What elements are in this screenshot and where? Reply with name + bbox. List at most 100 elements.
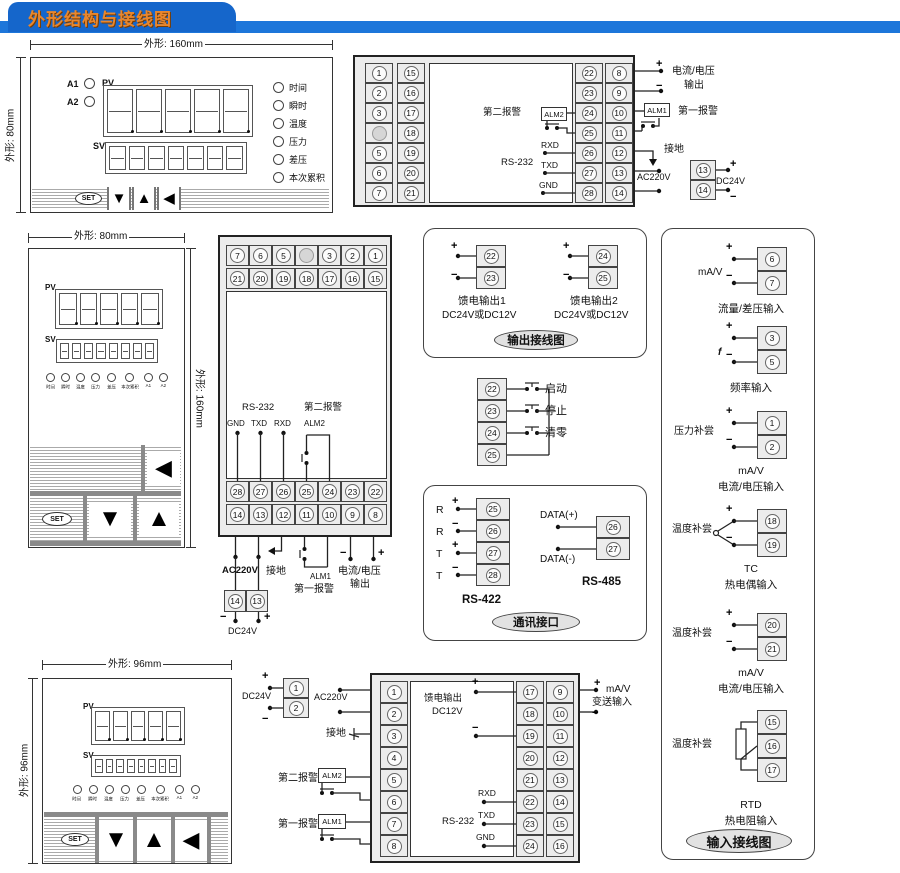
alm1-label: ALM1 — [310, 572, 331, 581]
wiring-diagram-page: 外形结构与接线图 外形: 160mm 外形: 80mm A1 A2 PV SV … — [0, 0, 900, 873]
alarm2-led-icon — [84, 96, 95, 107]
seven-segment-digit — [207, 146, 224, 170]
led-icon — [61, 373, 70, 382]
alarm1-label: A1 — [67, 79, 79, 89]
indicator-list: 时间瞬时温度压力差压本次累积 — [273, 81, 325, 184]
indicator-label: A2 — [161, 384, 166, 389]
indicator: 瞬时 — [85, 785, 101, 803]
left-button[interactable]: ◀ — [157, 187, 181, 210]
output-wiring-box: 2223 2425 + − + − 馈电输出1 DC24V或DC12V 馈电输出… — [423, 228, 647, 358]
ac-power-label: AC220V — [637, 172, 671, 182]
plus-sign: + — [378, 548, 384, 559]
indicator-label: 时间 — [289, 81, 307, 94]
reset-label: 清零 — [545, 427, 567, 440]
indicator-label: 压力 — [121, 796, 130, 802]
up-button[interactable]: ▲ — [132, 187, 156, 210]
seven-segment-digit — [109, 343, 118, 359]
pv-display — [103, 85, 253, 137]
wiring-mid-inner — [220, 237, 394, 539]
seven-segment-digit — [138, 759, 146, 773]
set-button[interactable]: SET — [42, 512, 72, 526]
seven-segment-digit — [194, 89, 220, 133]
transmit-ma-label: mA/V — [606, 684, 630, 696]
indicator-list: 时间 瞬时温度压力 差压本次累积 A1 A2 — [69, 785, 203, 803]
seven-segment-digit — [169, 759, 177, 773]
seven-segment-digit — [60, 343, 69, 359]
dimension-label-80w: 外形: 80mm — [72, 227, 129, 242]
seven-segment-digit — [166, 711, 181, 741]
dimension-line-160h — [190, 248, 191, 548]
seven-segment-digit — [148, 759, 156, 773]
seven-segment-digit — [133, 343, 142, 359]
indicator-label: 瞬时 — [89, 796, 98, 802]
down-button[interactable]: ▼ — [99, 821, 133, 859]
dimension-line-80 — [20, 57, 21, 213]
indicator: 温度 — [273, 117, 325, 130]
start-label: 启动 — [545, 383, 567, 396]
minus-sign: − — [730, 192, 736, 203]
seven-segment-digit — [95, 759, 103, 773]
indicator: A2 — [187, 785, 203, 803]
led-icon — [121, 785, 130, 794]
indicator: 差压 — [104, 373, 119, 391]
terminal-block-top: 123567 15161718192021 22232425262728 891… — [353, 55, 635, 207]
meter-panel-160x80: A1 A2 PV SV 时间瞬时温度压力差压本次累积 SET ▼ ▲ ◀ — [30, 57, 333, 213]
terminal: 14 — [224, 590, 246, 612]
seven-segment-digit — [223, 89, 249, 133]
terminal: 13 — [246, 590, 268, 612]
feed1-label: 馈电输出1 — [458, 295, 506, 307]
seven-segment-digit — [148, 146, 165, 170]
indicator: 温度 — [101, 785, 117, 803]
pv-display — [91, 707, 185, 745]
led-icon — [125, 373, 134, 382]
down-button[interactable]: ▼ — [107, 187, 131, 210]
indicator-label: 差压 — [107, 384, 116, 390]
first-alarm-label: 第一报警 — [294, 584, 334, 596]
indicator-label: 本次累积 — [151, 796, 169, 802]
output-label-1: 电流/电压 — [672, 66, 715, 78]
feed2-voltage: DC24V或DC12V — [554, 310, 628, 322]
dimension-label-96w: 外形: 96mm — [106, 655, 163, 670]
indicator-label: 本次累积 — [289, 171, 325, 184]
indicator-label: A1 — [146, 384, 151, 389]
indicator-label: 瞬时 — [289, 99, 307, 112]
meter-panel-96x96: PV SV 时间瞬时温度压力差压本次累积A1A2 SET ▼ ▲ ◀ — [42, 678, 232, 864]
transmit-label: 变送输入 — [592, 697, 632, 709]
indicator-label: 时间 — [73, 796, 82, 802]
up-button[interactable]: ▲ — [137, 821, 171, 859]
seven-segment-digit — [159, 759, 167, 773]
stop-label: 停止 — [545, 405, 567, 418]
led-icon — [73, 785, 82, 794]
led-icon — [273, 154, 284, 165]
set-button[interactable]: SET — [75, 192, 102, 205]
seven-segment-digit — [100, 293, 118, 325]
output-label-2: 输出 — [684, 80, 704, 92]
plus-sign: + — [594, 678, 600, 689]
page-title: 外形结构与接线图 — [28, 5, 172, 30]
left-button[interactable]: ◀ — [175, 821, 207, 859]
up-button[interactable]: ▲ — [139, 502, 179, 536]
led-icon — [156, 785, 165, 794]
seven-segment-digit — [106, 759, 114, 773]
sv-display — [56, 339, 158, 363]
left-button[interactable]: ◀ — [147, 452, 180, 484]
wiring-top-inner — [355, 57, 637, 209]
set-button[interactable]: SET — [61, 833, 89, 846]
indicator: 时间 — [69, 785, 85, 803]
plus-sign: + — [730, 159, 736, 170]
meter-panel-80x160: PV SV 时间瞬时温度压力差压本次累积A1A2 ◀ SET ▼ ▲ — [28, 248, 185, 548]
output-label-1: 电流/电压 — [338, 566, 381, 578]
led-icon — [273, 172, 284, 183]
indicator-label: A1 — [176, 796, 181, 801]
indicator: A1 — [171, 785, 187, 803]
seven-segment-digit — [168, 146, 185, 170]
led-icon — [91, 373, 100, 382]
output-label-2: 输出 — [350, 579, 370, 591]
down-button[interactable]: ▼ — [89, 502, 131, 536]
comm-wiring-box: R R T T + − + − 25262728 RS-422 DATA(+) … — [423, 485, 647, 641]
divider — [30, 541, 181, 546]
led-icon — [175, 785, 184, 794]
dc-terminal-box: 13 14 — [690, 160, 716, 200]
indicator-label: 差压 — [137, 796, 146, 802]
comm-caption: 通讯接口 — [492, 612, 580, 632]
